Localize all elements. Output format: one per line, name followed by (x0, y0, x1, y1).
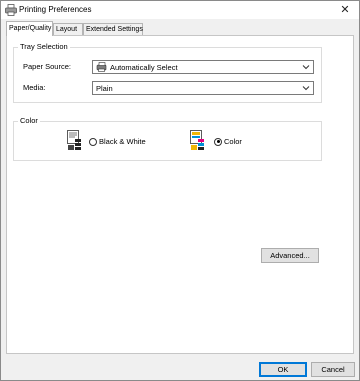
media-value: Plain (96, 84, 113, 93)
title-bar: Printing Preferences ✕ (1, 1, 359, 19)
color-radio[interactable] (214, 137, 222, 146)
advanced-button[interactable]: Advanced... (261, 248, 319, 263)
tab-extended-settings[interactable]: Extended Settings (83, 23, 143, 35)
printer-icon (5, 4, 17, 16)
color-option[interactable]: Color (214, 137, 242, 146)
tab-paper-quality[interactable]: Paper/Quality (6, 21, 53, 36)
ok-button[interactable]: OK (259, 362, 307, 377)
color-document-icon (190, 130, 204, 150)
paper-source-label: Paper Source: (23, 62, 71, 71)
close-icon: ✕ (340, 4, 350, 16)
paper-source-select[interactable]: Automatically Select (92, 60, 314, 74)
media-label: Media: (23, 83, 46, 92)
media-select[interactable]: Plain (92, 81, 314, 95)
tab-label: Extended Settings (86, 26, 143, 33)
tray-selection-title: Tray Selection (18, 42, 70, 51)
color-group-title: Color (18, 116, 40, 125)
close-button[interactable]: ✕ (337, 3, 353, 17)
window-title: Printing Preferences (19, 5, 92, 14)
black-white-radio[interactable] (89, 137, 97, 146)
tab-label: Layout (56, 26, 78, 33)
tab-label: Paper/Quality (9, 25, 52, 32)
tab-panel-paper-quality: Tray Selection Paper Source: Automatical… (6, 35, 354, 354)
black-white-document-icon (67, 130, 81, 150)
chevron-down-icon (302, 86, 310, 91)
black-white-option[interactable]: Black & White (89, 137, 146, 146)
color-group: Color Black & White Color (13, 116, 322, 161)
printer-tray-icon (96, 62, 107, 72)
cancel-button[interactable]: Cancel (311, 362, 355, 377)
paper-source-value: Automatically Select (110, 63, 178, 72)
printing-preferences-dialog: Printing Preferences ✕ Paper/Quality Lay… (0, 0, 360, 381)
color-label: Color (224, 137, 242, 146)
chevron-down-icon (302, 65, 310, 70)
tray-selection-group: Tray Selection Paper Source: Automatical… (13, 42, 322, 103)
black-white-label: Black & White (99, 137, 146, 146)
tab-layout[interactable]: Layout (53, 23, 83, 35)
